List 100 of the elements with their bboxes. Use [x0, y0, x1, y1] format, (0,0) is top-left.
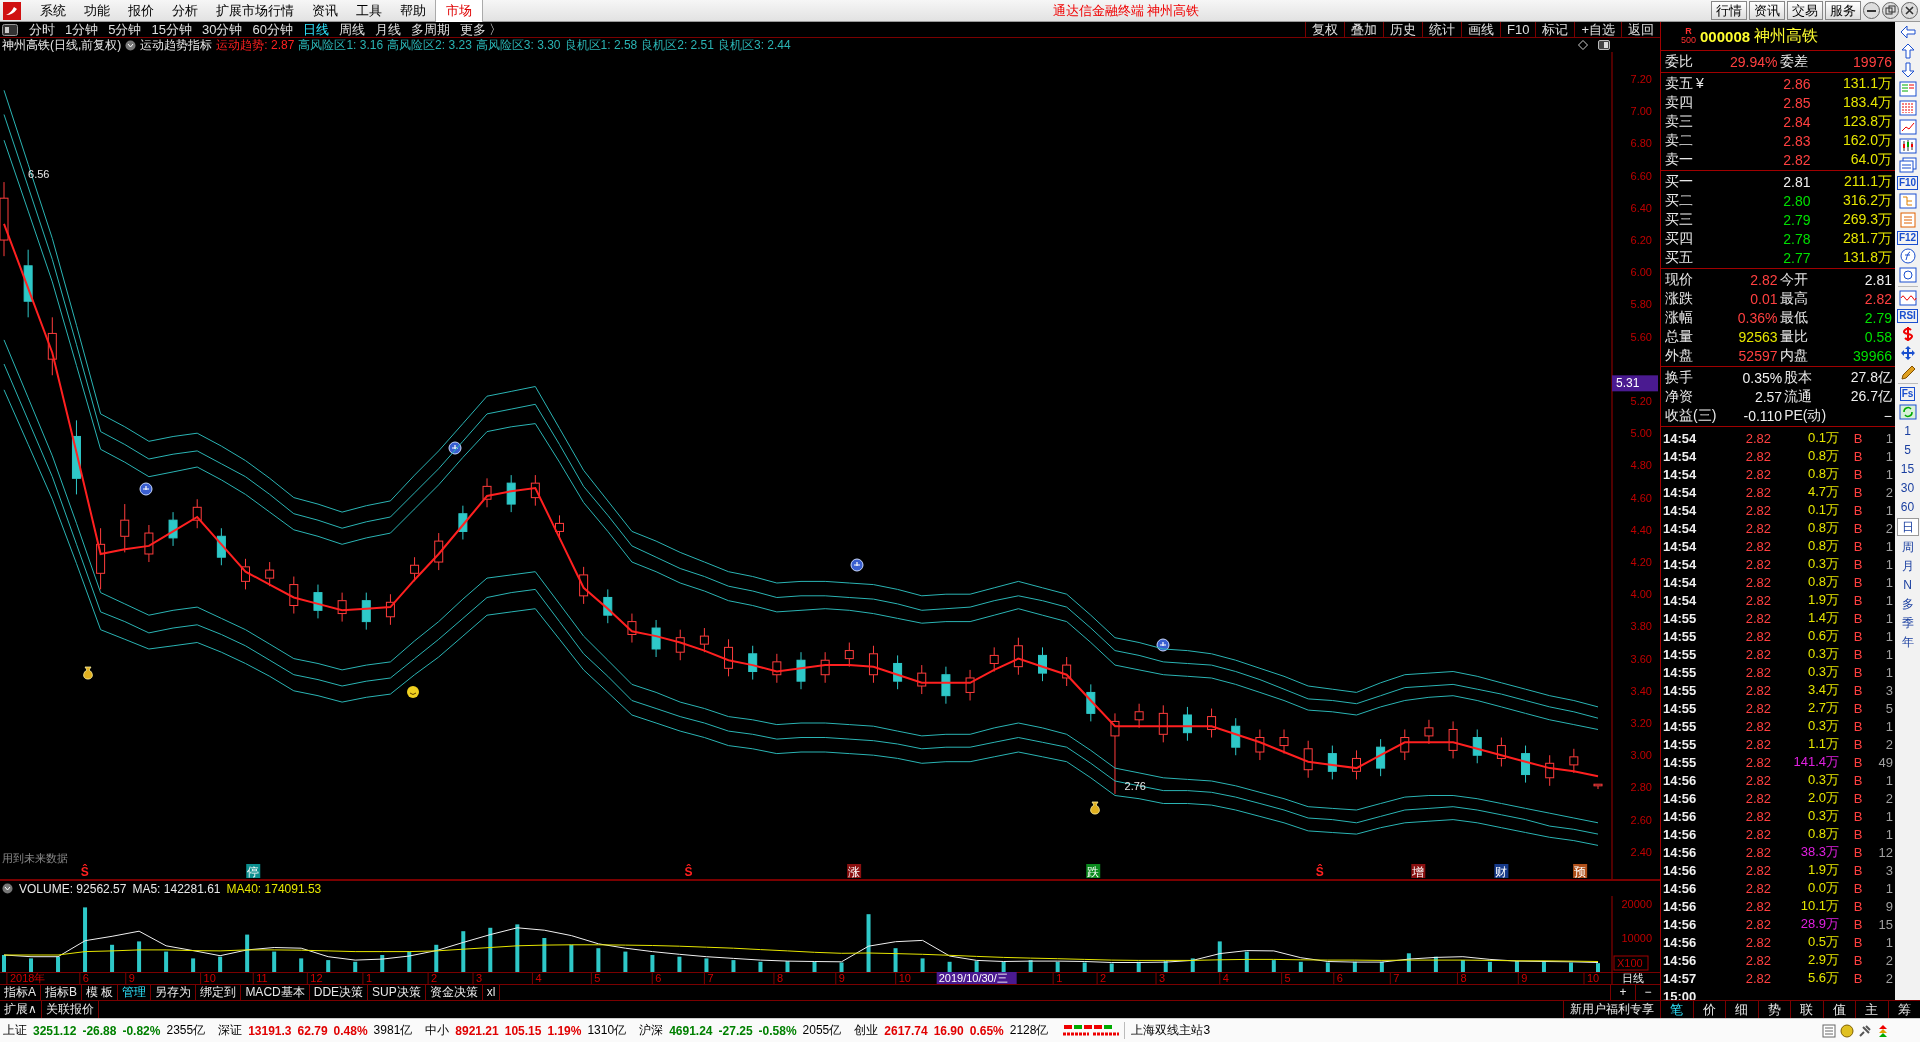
- period-tab[interactable]: 15分钟: [146, 20, 197, 39]
- chart-tool-button[interactable]: F10: [1500, 21, 1536, 38]
- panel-toggle-icon[interactable]: [2, 23, 18, 36]
- period-tab[interactable]: 更多 〉: [454, 20, 508, 39]
- period-button[interactable]: 季: [1897, 615, 1918, 631]
- menu-item[interactable]: 分析: [163, 1, 207, 20]
- period-tab[interactable]: 1分钟: [60, 20, 104, 39]
- field-label: 量比: [1779, 327, 1808, 346]
- minimize-icon[interactable]: [1863, 2, 1880, 19]
- zoom-button[interactable]: +: [1610, 985, 1635, 1000]
- menu-item[interactable]: 资讯: [303, 1, 347, 20]
- chart-tool-button[interactable]: 画线: [1461, 21, 1500, 38]
- chart-tool-button[interactable]: +自选: [1574, 21, 1621, 38]
- indicator-tab[interactable]: 资金决策: [425, 985, 483, 1000]
- period-tab[interactable]: 分时: [24, 20, 60, 39]
- period-button[interactable]: 年: [1897, 634, 1918, 650]
- window-icon[interactable]: [1898, 157, 1917, 173]
- caret-icon[interactable]: [2, 883, 13, 894]
- period-button[interactable]: 30: [1897, 480, 1918, 496]
- indicator-tab[interactable]: 指标A: [0, 985, 41, 1000]
- menu-item[interactable]: 帮助: [391, 1, 435, 20]
- wave-chart-icon[interactable]: [1898, 290, 1917, 306]
- grid-icon[interactable]: [1898, 100, 1917, 116]
- candlestick: [1279, 728, 1289, 755]
- trade-side: B: [1852, 772, 1863, 788]
- pencil-icon[interactable]: [1898, 364, 1917, 380]
- indicator-tab[interactable]: SUP决策: [368, 985, 426, 1000]
- period-button[interactable]: 日: [1896, 518, 1919, 536]
- restore-icon[interactable]: [1882, 2, 1899, 19]
- trade-count: 2: [1884, 790, 1893, 806]
- caret-icon[interactable]: [125, 39, 137, 51]
- indicator-tab[interactable]: xl: [482, 985, 501, 1000]
- date-label: 7: [1393, 972, 1400, 984]
- top-button[interactable]: 交易: [1787, 1, 1823, 20]
- signal-icon: [1156, 638, 1170, 652]
- tool-button[interactable]: RSI: [1897, 309, 1918, 323]
- close-icon[interactable]: [1901, 2, 1918, 19]
- menu-item[interactable]: 功能: [75, 1, 119, 20]
- period-button[interactable]: 1: [1897, 423, 1918, 439]
- candlestick-icon[interactable]: [1898, 138, 1917, 154]
- chart-tool-button[interactable]: 返回: [1621, 21, 1660, 38]
- period-tab[interactable]: 5分钟: [103, 20, 147, 39]
- back-arrow-icon[interactable]: [1898, 24, 1917, 40]
- chart-tool-button[interactable]: 标记: [1535, 21, 1575, 38]
- indicator-tab[interactable]: 模 板: [82, 985, 119, 1000]
- formula-icon[interactable]: [1898, 248, 1917, 264]
- menu-item[interactable]: 扩展市场行情: [207, 1, 303, 20]
- chart-tool-button[interactable]: 历史: [1383, 21, 1422, 38]
- indicator-tab[interactable]: 另存为: [151, 985, 197, 1000]
- coin-icon[interactable]: [1840, 1023, 1854, 1038]
- menu-item[interactable]: 报价: [119, 1, 163, 20]
- app-logo[interactable]: [3, 1, 21, 20]
- trade-price: 2.82: [1744, 898, 1771, 914]
- tool-button[interactable]: Fs: [1899, 387, 1916, 401]
- period-tab[interactable]: 日线: [297, 20, 334, 39]
- order-volume: 211.1万: [1843, 172, 1892, 191]
- period-tab[interactable]: 30分钟: [196, 20, 248, 39]
- menu-item[interactable]: 系统: [31, 1, 75, 20]
- period-button[interactable]: 月: [1897, 558, 1918, 574]
- candlestick: [120, 503, 130, 553]
- period-button[interactable]: 周: [1897, 539, 1918, 555]
- menu-item[interactable]: 工具: [347, 1, 391, 20]
- refresh-icon[interactable]: [1898, 404, 1917, 420]
- tool-button[interactable]: F12: [1896, 231, 1919, 245]
- indicator-tab[interactable]: MACD基本: [241, 985, 310, 1000]
- trade-time: 14:54: [1663, 592, 1698, 608]
- tree-icon[interactable]: [1898, 193, 1917, 209]
- market-tab[interactable]: 市场: [435, 0, 483, 22]
- toggle-icon[interactable]: [1598, 40, 1610, 50]
- indicator-tab[interactable]: 管理: [118, 985, 152, 1000]
- period-tab[interactable]: 多周期: [405, 20, 455, 39]
- chart-tool-button[interactable]: 叠加: [1344, 21, 1383, 38]
- event-badge: 停: [246, 864, 261, 879]
- top-button[interactable]: 行情: [1711, 1, 1747, 20]
- period-button[interactable]: 60: [1897, 499, 1918, 515]
- top-button[interactable]: 服务: [1825, 1, 1861, 20]
- market-bars-icon: [1062, 1023, 1121, 1038]
- chart-tool-button[interactable]: 复权: [1305, 21, 1344, 38]
- diamond-icon[interactable]: [1578, 40, 1588, 50]
- indicator-tab[interactable]: 指标B: [41, 985, 83, 1000]
- tool-button[interactable]: F10: [1896, 176, 1919, 190]
- period-tab[interactable]: 周线: [333, 20, 370, 39]
- trade-time: 14:54: [1663, 502, 1698, 518]
- period-tab[interactable]: 60分钟: [247, 20, 298, 39]
- satellite-icon[interactable]: [1858, 1023, 1872, 1038]
- candlestick: [313, 584, 323, 619]
- line-chart-icon[interactable]: [1898, 119, 1917, 135]
- indicator-tab[interactable]: DDE决策: [309, 985, 369, 1000]
- chart-tool-button[interactable]: 统计: [1422, 21, 1461, 38]
- indicator-tab[interactable]: 绑定到: [196, 985, 242, 1000]
- period-button[interactable]: 15: [1897, 461, 1918, 477]
- period-button[interactable]: 多: [1897, 596, 1918, 612]
- top-button[interactable]: 资讯: [1749, 1, 1785, 20]
- period-button[interactable]: 5: [1897, 442, 1918, 458]
- candlestick: [216, 527, 226, 566]
- field-value: 2.57: [1753, 388, 1783, 405]
- period-tab[interactable]: 月线: [369, 20, 406, 39]
- zoom-button[interactable]: −: [1635, 985, 1660, 1000]
- period-button[interactable]: N: [1897, 577, 1918, 593]
- trade-count: 12: [1877, 844, 1893, 860]
